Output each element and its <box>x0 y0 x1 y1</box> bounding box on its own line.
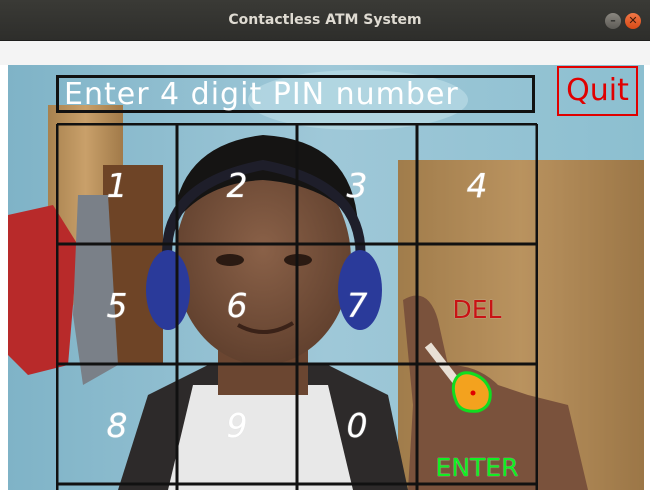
keypad: 1 2 3 4 5 6 7 DEL 8 9 0 ENTER <box>56 123 538 490</box>
minimize-icon: – <box>610 14 616 27</box>
delete-key-label: DEL <box>452 295 502 324</box>
key-1-label: 1 <box>106 166 128 205</box>
pin-display: Enter 4 digit PIN number <box>56 75 535 113</box>
key-3[interactable]: 3 <box>297 124 417 244</box>
key-2[interactable]: 2 <box>177 124 297 244</box>
key-6[interactable]: 6 <box>177 244 297 364</box>
key-4[interactable]: 4 <box>417 124 537 244</box>
app-window: Contactless ATM System – ✕ Enter 4 digit… <box>0 0 650 490</box>
key-4-label: 4 <box>466 166 488 205</box>
key-3-label: 3 <box>346 166 368 205</box>
key-5[interactable]: 5 <box>57 244 177 364</box>
key-7-label: 7 <box>346 286 368 325</box>
enter-key[interactable]: ENTER <box>417 364 537 484</box>
minimize-button[interactable]: – <box>605 13 621 29</box>
key-0-label: 0 <box>346 406 368 445</box>
camera-feed: Enter 4 digit PIN number Quit 1 2 3 4 5 … <box>8 65 644 490</box>
key-8-label: 8 <box>106 406 128 445</box>
quit-button[interactable]: Quit <box>557 66 638 116</box>
quit-label: Quit <box>566 73 629 108</box>
key-9-label: 9 <box>226 406 248 445</box>
key-2-label: 2 <box>226 166 248 205</box>
window-title: Contactless ATM System <box>228 12 422 28</box>
key-9[interactable]: 9 <box>177 364 297 484</box>
close-button[interactable]: ✕ <box>625 13 641 29</box>
key-8[interactable]: 8 <box>57 364 177 484</box>
enter-key-label: ENTER <box>435 453 519 482</box>
key-6-label: 6 <box>226 286 248 325</box>
key-7[interactable]: 7 <box>297 244 417 364</box>
close-icon: ✕ <box>628 14 638 27</box>
key-1[interactable]: 1 <box>57 124 177 244</box>
pin-prompt-text: Enter 4 digit PIN number <box>64 77 459 112</box>
menu-strip <box>0 41 650 65</box>
delete-key[interactable]: DEL <box>417 244 537 364</box>
key-5-label: 5 <box>106 286 128 325</box>
key-0[interactable]: 0 <box>297 364 417 484</box>
title-bar[interactable]: Contactless ATM System – ✕ <box>0 0 650 41</box>
